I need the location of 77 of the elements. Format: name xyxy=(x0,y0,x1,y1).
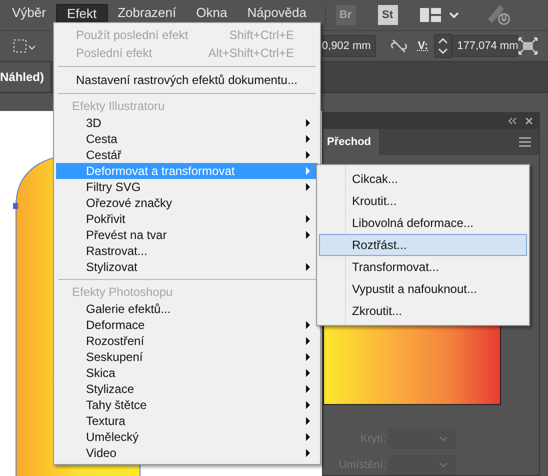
menu-item[interactable]: Nastavení rastrových efektů dokumentu... xyxy=(56,71,318,89)
menu-item-label: Galerie efektů... xyxy=(86,302,172,316)
menu-item[interactable]: Umělecký xyxy=(56,429,318,445)
menu-item[interactable]: Převést na tvar xyxy=(56,227,318,243)
menu-item[interactable]: Libovolná deformace... xyxy=(319,212,527,234)
menu-item-label: Tahy štětce xyxy=(86,398,148,412)
section-header: Efekty Photoshopu xyxy=(71,284,174,301)
menu-item[interactable]: Zkroutit... xyxy=(319,300,527,322)
height-field[interactable]: 177,074 mm xyxy=(452,35,518,57)
menu-item[interactable]: 3D xyxy=(56,115,318,131)
menu-item[interactable]: Video xyxy=(56,445,318,461)
menu-item-label: Seskupení xyxy=(86,350,144,364)
menu-item-label: Rastrovat... xyxy=(86,244,148,258)
menu-item-label: 3D xyxy=(86,116,102,130)
menu-icon[interactable] xyxy=(519,137,531,147)
menu-item-label: Stylizace xyxy=(86,382,136,396)
menu-item[interactable]: Galerie efektů... xyxy=(56,301,318,317)
menu-item[interactable]: Textura xyxy=(56,413,318,429)
chevron-down-icon xyxy=(439,436,448,442)
sync-icon[interactable] xyxy=(486,3,512,27)
workspace-layout-icon[interactable] xyxy=(420,7,442,23)
menu-item-label: Cesta xyxy=(86,132,118,146)
chevron-down-icon[interactable] xyxy=(448,11,460,19)
menu-item[interactable]: Výběr xyxy=(2,4,56,22)
menu-item-label: Rozostření xyxy=(86,334,146,348)
menu-item[interactable]: Nápověda xyxy=(237,4,316,22)
menu-item-label: Deformace xyxy=(86,318,146,332)
panel-tab[interactable]: Přechod xyxy=(323,129,380,155)
menu-item[interactable]: Roztřást... xyxy=(319,234,527,256)
menu-item[interactable]: Transformovat... xyxy=(319,256,527,278)
menu-item-label: Umělecký xyxy=(86,430,140,444)
shortcut-text: Alt+Shift+Ctrl+E xyxy=(208,46,294,60)
menu-item[interactable]: Skica xyxy=(56,365,318,381)
shortcut-text: Shift+Ctrl+E xyxy=(229,28,294,42)
menu-item[interactable]: Ořezové značky xyxy=(56,195,318,211)
menu-item-label: Ořezové značky xyxy=(86,196,174,210)
section-header: Efekty Illustratoru xyxy=(71,98,166,115)
menu-item[interactable]: Seskupení xyxy=(56,349,318,365)
menu-item-label: Textura xyxy=(86,414,126,428)
menu-item-label: Cestář xyxy=(86,148,122,162)
menu-item-label: Pokřivit xyxy=(86,212,126,226)
select-rectangle-icon[interactable] xyxy=(12,38,38,54)
menu-item[interactable]: Cesta xyxy=(56,131,318,147)
menu-item[interactable]: Cikcak... xyxy=(319,168,527,190)
menu-item-label: Filtry SVG xyxy=(86,180,142,194)
menu-item[interactable]: Rastrovat... xyxy=(56,243,318,259)
menu-item-label: Použít poslední efekt xyxy=(76,28,190,42)
menu-item[interactable]: Okna xyxy=(186,4,238,22)
chevron-down-icon xyxy=(439,462,448,468)
stepper-icon[interactable] xyxy=(434,34,452,58)
menu-item[interactable]: Stylizovat xyxy=(56,259,318,275)
menu-item[interactable]: Cestář xyxy=(56,147,318,163)
width-field[interactable]: 0,902 mm xyxy=(322,35,376,57)
menu-item[interactable]: Rozostření xyxy=(56,333,318,349)
document-tab[interactable]: Náhled) xyxy=(0,62,50,92)
menu-item-label: Skica xyxy=(86,366,116,380)
menu-item-label: Nastavení rastrových efektů dokumentu... xyxy=(76,73,298,87)
menu-item[interactable]: Kroutit... xyxy=(319,190,527,212)
collapse-icon[interactable] xyxy=(508,117,517,125)
app-button[interactable]: St xyxy=(378,5,398,25)
menu-item[interactable]: Stylizace xyxy=(56,381,318,397)
height-label: V: xyxy=(418,40,428,52)
menu-item[interactable]: Zobrazení xyxy=(108,4,186,22)
menu-item-label: Poslední efekt xyxy=(76,46,154,60)
menu-item[interactable]: Vypustit a nafouknout... xyxy=(319,278,527,300)
menu-item-label: Převést na tvar xyxy=(86,228,168,242)
menu-item[interactable]: Filtry SVG xyxy=(56,179,318,195)
menu-item[interactable]: Tahy štětce xyxy=(56,397,318,413)
transform-icon[interactable] xyxy=(518,37,538,55)
menu-item-label: Video xyxy=(86,446,118,460)
close-icon[interactable] xyxy=(525,117,533,125)
unlinked-icon[interactable] xyxy=(390,39,408,53)
menu-item[interactable]: Pokřivit xyxy=(56,211,318,227)
menu-item[interactable]: Deformace xyxy=(56,317,318,333)
menu-item-label: Stylizovat xyxy=(86,260,138,274)
menu-item-label: Deformovat a transformovat xyxy=(86,164,236,178)
menu-item[interactable]: Efekt xyxy=(56,4,108,22)
